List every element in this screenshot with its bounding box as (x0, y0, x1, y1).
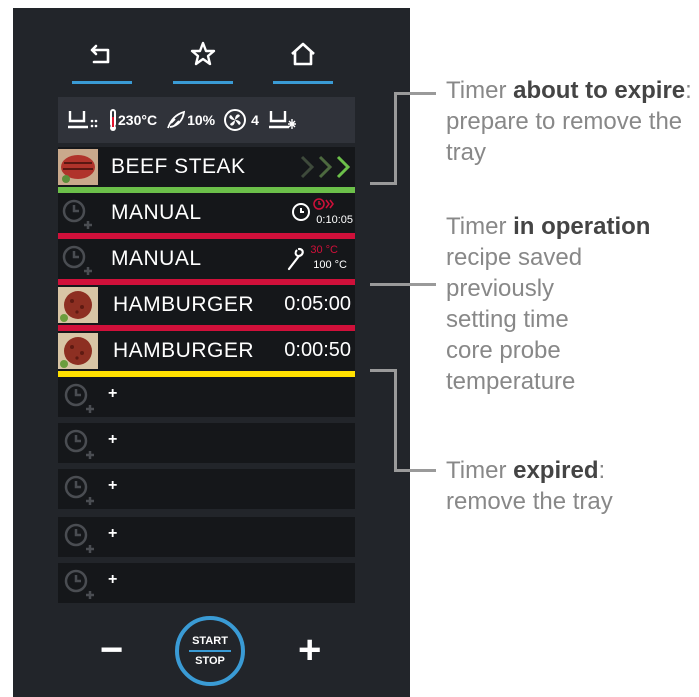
start-stop-button[interactable]: START STOP (175, 616, 245, 686)
fan-speed-value: 4 (251, 112, 259, 128)
thermometer-icon (110, 109, 116, 131)
core-probe-icon (285, 247, 305, 276)
connector-line (394, 369, 397, 471)
add-label: + (108, 525, 118, 542)
callout-text: Timer (446, 213, 514, 240)
star-icon (190, 41, 216, 66)
callout-emphasis: expired (513, 457, 599, 484)
timer-row[interactable]: BEEF STEAK (58, 147, 355, 193)
stop-label: STOP (195, 655, 225, 667)
favorites-button[interactable] (173, 40, 233, 84)
add-timer-icon (64, 429, 94, 459)
timer-row[interactable]: HAMBURGER 0:00:50 (58, 331, 355, 377)
empty-timer-slot[interactable]: + (58, 563, 355, 603)
humidity-leaf-icon (167, 110, 186, 129)
hamburger-thumbnail (58, 333, 98, 369)
timer-slot-icon (58, 195, 98, 231)
status-bar: 230°C 10% 4 (58, 97, 355, 143)
home-button[interactable] (273, 40, 333, 84)
add-timer-icon (64, 569, 94, 599)
callout-text: previously (446, 275, 555, 302)
timer-row[interactable]: HAMBURGER 0:05:00 (58, 285, 355, 331)
empty-timer-slot[interactable]: + (58, 423, 355, 463)
cooling-icon (267, 107, 297, 133)
add-label: + (108, 477, 118, 494)
connector-line (394, 92, 436, 95)
timer-label: HAMBURGER (113, 339, 255, 362)
connector-line (370, 182, 396, 185)
about-to-expire-indicator (299, 154, 355, 185)
timer-label: MANUAL (111, 247, 202, 270)
back-underline (72, 81, 132, 84)
increase-button[interactable]: + (298, 630, 321, 670)
callout-text: recipe saved (446, 244, 583, 271)
empty-timer-slot[interactable]: + (58, 377, 355, 417)
add-timer-icon (64, 523, 94, 553)
callout-expired: Timer expired: remove the tray (446, 455, 696, 517)
add-timer-icon (64, 383, 94, 413)
callout-text: : (598, 457, 606, 484)
probe-setpoint: 30 °C (310, 244, 338, 256)
callout-text: core probe (446, 337, 561, 364)
timer-label: MANUAL (111, 201, 202, 224)
connector-line (394, 92, 397, 185)
callout-emphasis: about to expire (513, 77, 686, 104)
remaining-time: 0:10:05 (316, 214, 353, 226)
empty-timer-slot[interactable]: + (58, 517, 355, 557)
connector-line (394, 469, 436, 472)
temperature-readout: 230°C (108, 108, 157, 132)
empty-timer-slot[interactable]: + (58, 469, 355, 509)
fan-readout: 4 (223, 108, 259, 132)
timer-label: HAMBURGER (113, 293, 255, 316)
timer-value: 0:05:00 (284, 293, 351, 315)
chevrons-icon (300, 155, 351, 179)
connector-line (370, 283, 436, 286)
favorites-underline (173, 81, 233, 84)
timer-value: 0:00:50 (284, 339, 351, 361)
connector-line (370, 369, 396, 372)
timer-row[interactable]: MANUAL 0:10:05 (58, 193, 355, 239)
timer-slot-icon (58, 241, 98, 277)
home-underline (273, 81, 333, 84)
callout-text: Timer (446, 457, 514, 484)
callout-text: remove the tray (446, 488, 613, 515)
callout-emphasis: in operation (513, 213, 651, 240)
home-icon (291, 42, 315, 66)
back-button[interactable] (72, 40, 132, 84)
timer-label: BEEF STEAK (111, 155, 246, 178)
clock-icon (291, 202, 311, 227)
add-label: + (108, 431, 118, 448)
hamburger-thumbnail (58, 287, 98, 323)
callout-in-operation: Timer in operation recipe saved previous… (446, 211, 698, 397)
callout-about-to-expire: Timer about to expire: prepare to remove… (446, 75, 696, 168)
back-icon (90, 44, 110, 64)
beef-steak-thumbnail (58, 149, 98, 185)
callout-text: setting time (446, 306, 569, 333)
add-label: + (108, 571, 118, 588)
humidity-value: 10% (187, 112, 216, 128)
callout-text: Timer (446, 77, 514, 104)
humidity-readout: 10% (165, 109, 215, 131)
callout-text: temperature (446, 368, 576, 395)
timer-row[interactable]: MANUAL 30 °C 100 °C (58, 239, 355, 285)
start-stop-divider (189, 650, 231, 652)
fan-icon (224, 109, 247, 131)
preheat-icon (66, 107, 100, 133)
temperature-value: 230°C (118, 112, 158, 128)
decrease-button[interactable]: − (100, 630, 123, 670)
start-label: START (192, 635, 228, 647)
add-label: + (108, 385, 118, 402)
probe-reading: 100 °C (313, 259, 347, 271)
add-timer-icon (64, 475, 94, 505)
